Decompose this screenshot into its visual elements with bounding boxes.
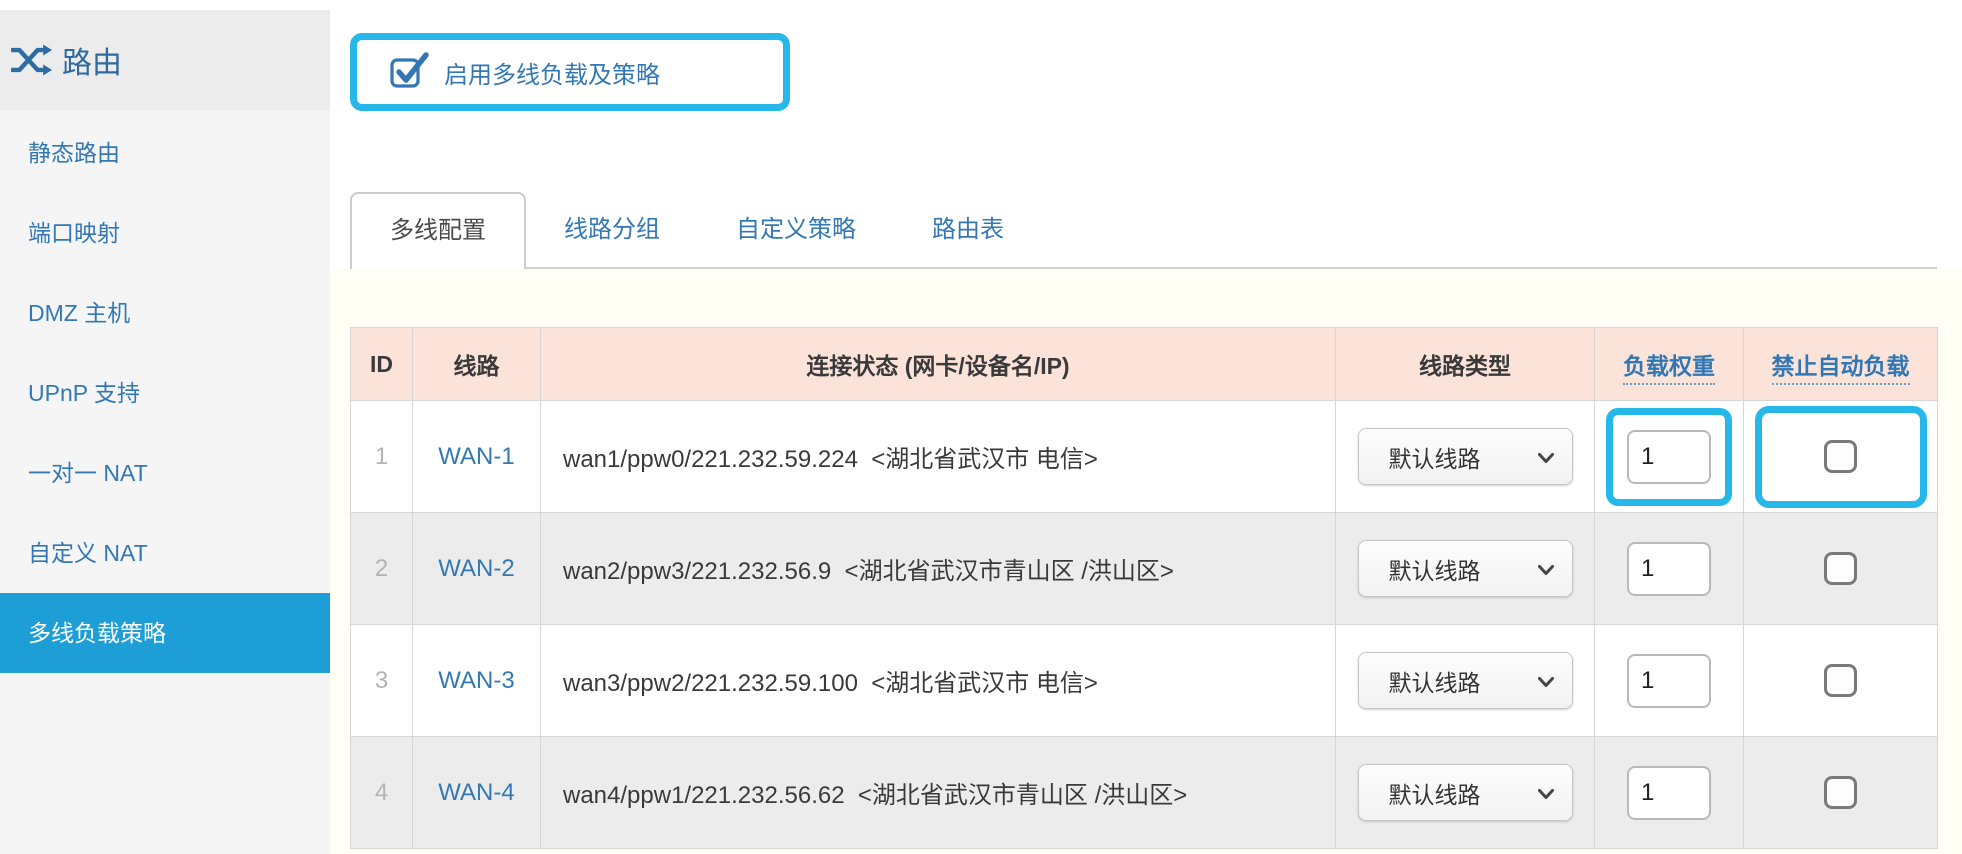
sidebar-item-端口映射[interactable]: 端口映射 [0, 193, 330, 273]
disable-autoload-checkbox[interactable] [1824, 776, 1857, 809]
tab-bar: 多线配置线路分组自定义策略路由表 [350, 192, 1937, 269]
load-weight-input[interactable] [1627, 654, 1711, 708]
chevron-down-icon [1538, 779, 1554, 806]
router-admin-page: 路由 静态路由端口映射DMZ 主机UPnP 支持一对一 NAT自定义 NAT多线… [0, 0, 1962, 854]
line-type-select[interactable]: 默认线路 [1358, 764, 1573, 821]
line-type-value: 默认线路 [1389, 440, 1481, 474]
chevron-down-icon [1538, 667, 1554, 694]
sidebar-item-DMZ 主机[interactable]: DMZ 主机 [0, 273, 330, 353]
connection-status: wan1/ppw0/221.232.59.224 <湖北省武汉市 电信> [541, 401, 1336, 513]
column-header-负载权重[interactable]: 负载权重 [1595, 328, 1744, 401]
wan-link-WAN-4[interactable]: WAN-4 [438, 779, 514, 806]
shuffle-icon [10, 42, 54, 78]
disable-autoload-checkbox[interactable] [1824, 552, 1857, 585]
connection-status: wan3/ppw2/221.232.59.100 <湖北省武汉市 电信> [541, 625, 1336, 737]
enable-multiline-checkbox[interactable]: 启用多线负载及策略 [389, 51, 660, 93]
column-header-link[interactable]: 禁止自动负载 [1772, 353, 1910, 385]
line-type-value: 默认线路 [1389, 664, 1481, 698]
sidebar-header: 路由 [0, 10, 330, 110]
load-weight-input[interactable] [1627, 430, 1711, 484]
disable-autoload-checkbox[interactable] [1824, 664, 1857, 697]
column-header-线路: 线路 [413, 328, 541, 401]
tab-路由表[interactable]: 路由表 [894, 192, 1042, 267]
weight-highlight-box [1606, 408, 1732, 506]
enable-multiline-label: 启用多线负载及策略 [444, 55, 660, 90]
tab-多线配置[interactable]: 多线配置 [350, 192, 526, 269]
connection-status: wan2/ppw3/221.232.56.9 <湖北省武汉市青山区 /洪山区> [541, 513, 1336, 625]
tab-content-area: ID线路连接状态 (网卡/设备名/IP)线路类型负载权重 禁止自动负载 1 WAN-… [330, 269, 1962, 854]
disable-autoload-checkbox[interactable] [1824, 440, 1857, 473]
line-type-select[interactable]: 默认线路 [1358, 428, 1573, 485]
line-type-value: 默认线路 [1389, 552, 1481, 586]
connection-status: wan4/ppw1/221.232.56.62 <湖北省武汉市青山区 /洪山区> [541, 737, 1336, 849]
table-row-WAN-2: 2 WAN-2 wan2/ppw3/221.232.56.9 <湖北省武汉市青山区 … [351, 513, 1938, 625]
sidebar-item-自定义 NAT[interactable]: 自定义 NAT [0, 513, 330, 593]
tab-线路分组[interactable]: 线路分组 [526, 192, 698, 267]
wan-link-WAN-2[interactable]: WAN-2 [438, 555, 514, 582]
table-row-WAN-1: 1 WAN-1 wan1/ppw0/221.232.59.224 <湖北省武汉市 电… [351, 401, 1938, 513]
chevron-down-icon [1538, 555, 1554, 582]
sidebar-item-一对一 NAT[interactable]: 一对一 NAT [0, 433, 330, 513]
column-header-ID: ID [351, 328, 413, 401]
row-id: 4 [351, 737, 413, 849]
column-header-禁止自动负载[interactable]: 禁止自动负载 [1744, 328, 1938, 401]
table-header-row: ID线路连接状态 (网卡/设备名/IP)线路类型负载权重 禁止自动负载 [351, 328, 1938, 401]
sidebar-title: 路由 [62, 38, 122, 82]
sidebar-item-静态路由[interactable]: 静态路由 [0, 113, 330, 193]
sidebar-item-UPnP 支持[interactable]: UPnP 支持 [0, 353, 330, 433]
row-id: 2 [351, 513, 413, 625]
wan-link-WAN-3[interactable]: WAN-3 [438, 667, 514, 694]
chevron-down-icon [1538, 443, 1554, 470]
sidebar: 路由 静态路由端口映射DMZ 主机UPnP 支持一对一 NAT自定义 NAT多线… [0, 10, 330, 854]
wan-link-WAN-1[interactable]: WAN-1 [438, 443, 514, 470]
line-type-select[interactable]: 默认线路 [1358, 652, 1573, 709]
line-type-value: 默认线路 [1389, 776, 1481, 810]
enable-multiline-highlight-box: 启用多线负载及策略 [350, 33, 790, 111]
load-weight-input[interactable] [1627, 542, 1711, 596]
tab-自定义策略[interactable]: 自定义策略 [698, 192, 894, 267]
column-header-连接状态 (网卡/设备名/IP): 连接状态 (网卡/设备名/IP) [541, 328, 1336, 401]
column-header-线路类型: 线路类型 [1336, 328, 1595, 401]
sidebar-nav: 静态路由端口映射DMZ 主机UPnP 支持一对一 NAT自定义 NAT多线负载策… [0, 110, 330, 673]
load-weight-input[interactable] [1627, 766, 1711, 820]
table-row-WAN-3: 3 WAN-3 wan3/ppw2/221.232.59.100 <湖北省武汉市 电… [351, 625, 1938, 737]
sidebar-item-多线负载策略[interactable]: 多线负载策略 [0, 593, 330, 673]
column-header-link[interactable]: 负载权重 [1623, 353, 1715, 385]
disable-highlight-box [1755, 406, 1927, 508]
table-row-WAN-4: 4 WAN-4 wan4/ppw1/221.232.56.62 <湖北省武汉市青山区… [351, 737, 1938, 849]
wan-lines-table: ID线路连接状态 (网卡/设备名/IP)线路类型负载权重 禁止自动负载 1 WAN-… [350, 327, 1938, 849]
row-id: 3 [351, 625, 413, 737]
line-type-select[interactable]: 默认线路 [1358, 540, 1573, 597]
checked-checkbox-icon[interactable] [389, 51, 429, 93]
row-id: 1 [351, 401, 413, 513]
main-content: 启用多线负载及策略 多线配置线路分组自定义策略路由表 ID线路连接状态 (网卡/… [330, 0, 1962, 854]
